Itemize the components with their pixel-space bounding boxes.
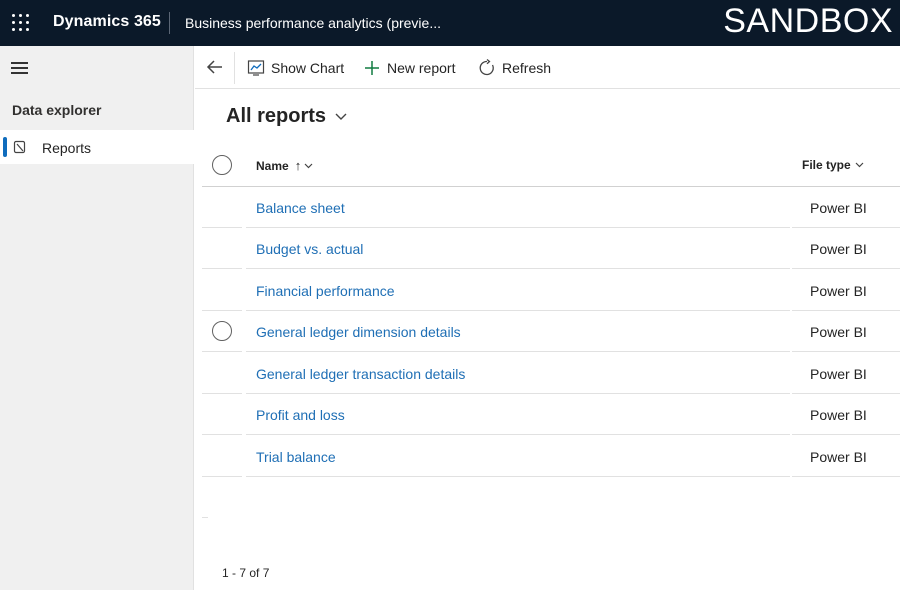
sidebar-item-reports[interactable]: Reports [0,130,194,164]
header-divider [169,12,170,34]
new-report-label: New report [387,60,456,76]
left-navigation: Data explorer Reports [0,46,194,590]
column-label: File type [802,158,851,172]
chevron-down-icon [855,162,864,168]
report-name-link[interactable]: General ledger dimension details [256,324,461,340]
brand-name[interactable]: Dynamics 365 [53,13,161,31]
report-icon [13,140,26,154]
table-row[interactable]: Balance sheet Power BI [202,187,900,228]
refresh-label: Refresh [502,60,552,76]
report-name-link[interactable]: Trial balance [256,449,336,465]
back-arrow-icon[interactable] [205,58,225,76]
pagination-status: 1 - 7 of 7 [222,566,270,580]
row-divider [792,434,900,435]
report-name-link[interactable]: Balance sheet [256,200,345,216]
chart-icon [247,60,265,76]
environment-badge: SANDBOX [723,2,893,40]
app-title[interactable]: Business performance analytics (previe..… [185,15,441,31]
top-bar: Dynamics 365 Business performance analyt… [0,0,900,46]
row-divider [246,434,790,435]
report-name-link[interactable]: Financial performance [256,283,395,299]
row-checkbox[interactable] [212,321,232,341]
select-all-checkbox[interactable] [212,155,232,175]
command-separator [234,52,235,84]
row-divider [792,476,900,477]
row-divider [202,476,242,477]
refresh-button[interactable]: Refresh [478,57,551,79]
column-label: Name [256,158,289,173]
table-row[interactable]: Trial balance Power BI [202,436,900,477]
file-type-cell: Power BI [810,407,867,423]
plus-icon [365,61,379,75]
row-divider [246,268,790,269]
row-divider [202,351,242,352]
file-type-cell: Power BI [810,283,867,299]
table-row[interactable]: General ledger transaction details Power… [202,353,900,394]
command-bar: Show Chart New report Refresh [195,46,900,89]
report-name-link[interactable]: Profit and loss [256,407,345,423]
sidebar-item-label: Reports [42,140,92,156]
row-divider [202,434,242,435]
view-title[interactable]: All reports [226,105,326,128]
report-name-link[interactable]: General ledger transaction details [256,366,465,382]
show-chart-label: Show Chart [271,60,345,76]
new-report-button[interactable]: New report [363,57,455,79]
sort-ascending-icon: ↑ [294,158,302,173]
row-divider [246,351,790,352]
chevron-down-icon[interactable] [334,110,348,122]
table-row[interactable]: General ledger dimension details Power B… [202,311,900,352]
show-chart-button[interactable]: Show Chart [247,57,344,79]
file-type-cell: Power BI [810,449,867,465]
chevron-down-icon [304,163,313,168]
file-type-cell: Power BI [810,324,867,340]
file-type-cell: Power BI [810,241,867,257]
grid-end-mark [202,517,208,518]
hamburger-icon[interactable] [11,62,28,74]
waffle-icon[interactable] [12,14,30,32]
row-divider [792,268,900,269]
file-type-cell: Power BI [810,200,867,216]
row-divider [202,268,242,269]
column-header-name[interactable]: Name ↑ [256,158,313,173]
nav-section-title: Data explorer [12,102,102,118]
grid-header: Name ↑ File type [202,147,900,187]
table-row[interactable]: Financial performance Power BI [202,270,900,311]
selection-indicator [3,137,7,157]
column-header-file-type[interactable]: File type [802,158,864,172]
file-type-cell: Power BI [810,366,867,382]
table-row[interactable]: Profit and loss Power BI [202,394,900,435]
row-divider [246,476,790,477]
refresh-icon [479,59,494,76]
report-name-link[interactable]: Budget vs. actual [256,241,363,257]
row-divider [792,351,900,352]
table-row[interactable]: Budget vs. actual Power BI [202,228,900,269]
